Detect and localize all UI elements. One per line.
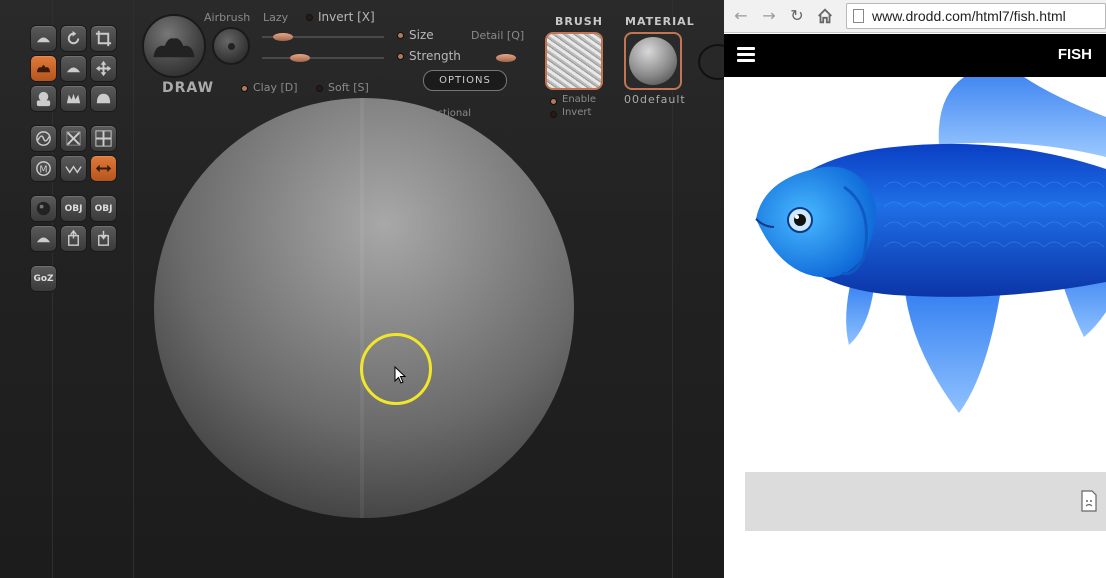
move-icon — [66, 67, 81, 73]
brush-enable-toggle[interactable] — [550, 98, 557, 105]
site-header: FISH — [724, 34, 1106, 77]
smooth-icon — [96, 93, 111, 104]
tool-mirror-button[interactable] — [90, 155, 117, 182]
partial-control-ring[interactable] — [698, 44, 724, 80]
invert-label: Invert [X] — [318, 10, 375, 24]
double-arrow-icon — [95, 164, 112, 173]
address-bar[interactable]: www.drodd.com/html7/fish.html — [846, 3, 1106, 29]
move-arrows-icon — [95, 60, 112, 77]
clay-icon — [66, 93, 81, 104]
tool-import-obj-button[interactable]: OBJ — [60, 195, 87, 222]
tool-export-obj-button[interactable]: OBJ — [90, 195, 117, 222]
brush-enable-label: Enable — [562, 94, 597, 105]
draw-label: DRAW — [162, 80, 215, 96]
forward-arrow-icon[interactable]: → — [758, 5, 780, 27]
tool-clay-button[interactable] — [60, 85, 87, 112]
fish-image — [755, 77, 1106, 413]
strength-label: Strength — [409, 49, 461, 63]
brush-invert-toggle[interactable] — [550, 111, 557, 118]
brush-texture-swatch[interactable] — [545, 32, 603, 90]
m-circle-icon: M — [36, 161, 51, 176]
svg-text:M: M — [39, 164, 47, 175]
material-title: MATERIAL — [625, 15, 695, 28]
tool-sphere-button[interactable] — [30, 195, 57, 222]
draw-icon — [36, 65, 51, 73]
tool-edit-button[interactable] — [30, 25, 57, 52]
draw-brush-preview[interactable] — [142, 14, 206, 78]
tool-mask-button[interactable]: M — [30, 155, 57, 182]
url-text: www.drodd.com/html7/fish.html — [872, 8, 1066, 24]
options-button[interactable]: OPTIONS — [423, 70, 507, 91]
inflate-icon — [36, 91, 51, 107]
tool-new-button[interactable] — [30, 225, 57, 252]
airbrush-label: Airbrush — [204, 11, 251, 24]
tool-move-button[interactable] — [60, 55, 87, 82]
tool-grid-button[interactable] — [90, 125, 117, 152]
strength-slider-track[interactable] — [262, 57, 384, 59]
back-arrow-icon[interactable]: ← — [730, 5, 752, 27]
page-icon — [853, 9, 864, 23]
invert-toggle[interactable] — [306, 14, 313, 21]
detail-slider-knob[interactable] — [496, 54, 516, 62]
goz-button[interactable]: GoZ — [30, 265, 57, 292]
tool-rotate-button[interactable] — [60, 25, 87, 52]
grid-icon — [95, 130, 112, 147]
obj-import-label: OBJ — [64, 203, 83, 214]
size-slider-knob[interactable] — [273, 33, 293, 41]
tool-transpose-button[interactable] — [90, 55, 117, 82]
sphere-icon — [36, 201, 51, 216]
sculpt-sphere-canvas[interactable] — [154, 98, 574, 518]
brush-invert-label: Invert — [562, 107, 592, 118]
broken-image-icon — [1081, 490, 1097, 512]
tool-alpha-button[interactable] — [60, 155, 87, 182]
hamburger-menu-icon[interactable] — [737, 47, 755, 63]
size-label: Size — [409, 28, 434, 42]
detail-label: Detail [Q] — [471, 29, 525, 42]
soft-toggle[interactable] — [316, 85, 323, 92]
airbrush-toggle[interactable] — [212, 27, 250, 65]
half-dome-icon — [36, 237, 51, 243]
draw-brush-icon — [153, 38, 195, 58]
material-swatch[interactable] — [624, 32, 682, 90]
tool-inflate-button[interactable] — [30, 85, 57, 112]
tool-crop-button[interactable] — [90, 25, 117, 52]
edit-icon — [36, 37, 51, 43]
wave-icon — [65, 165, 82, 174]
clay-toggle[interactable] — [241, 85, 248, 92]
sculpt-app-window: M OBJ OBJ GoZ DRAW Airbrush Lazy Invert … — [0, 0, 724, 578]
tool-open-button[interactable] — [60, 225, 87, 252]
divider — [133, 0, 134, 578]
material-name: 00default — [624, 93, 686, 106]
brush-title: BRUSH — [555, 15, 603, 28]
browser-window: ← → ↻ www.drodd.com/html7/fish.html FISH — [724, 0, 1106, 578]
size-toggle[interactable] — [397, 32, 404, 39]
browser-toolbar: ← → ↻ www.drodd.com/html7/fish.html — [724, 0, 1106, 33]
reload-icon[interactable]: ↻ — [786, 5, 808, 27]
open-file-icon — [68, 229, 79, 246]
rotate-icon — [67, 30, 80, 45]
site-title: FISH — [1057, 46, 1092, 63]
tool-save-button[interactable] — [90, 225, 117, 252]
save-icon — [98, 230, 109, 246]
home-icon[interactable] — [814, 5, 836, 27]
symmetry-cross-icon — [66, 131, 81, 146]
clay-label: Clay [D] — [253, 81, 298, 94]
crop-icon — [95, 30, 112, 47]
symmetry-seam — [360, 98, 364, 518]
content-panel — [745, 472, 1106, 531]
stroke-icon — [36, 131, 51, 146]
goz-label: GoZ — [33, 273, 54, 284]
mouse-pointer-icon — [394, 366, 407, 384]
tool-draw-button[interactable] — [30, 55, 57, 82]
tool-symmetry-button[interactable] — [60, 125, 87, 152]
tool-smooth-button[interactable] — [90, 85, 117, 112]
strength-slider-knob[interactable] — [290, 54, 310, 62]
soft-label: Soft [S] — [328, 81, 369, 94]
tool-stroke-button[interactable] — [30, 125, 57, 152]
lazy-label: Lazy — [263, 11, 289, 24]
strength-toggle[interactable] — [397, 53, 404, 60]
obj-export-label: OBJ — [94, 203, 113, 214]
